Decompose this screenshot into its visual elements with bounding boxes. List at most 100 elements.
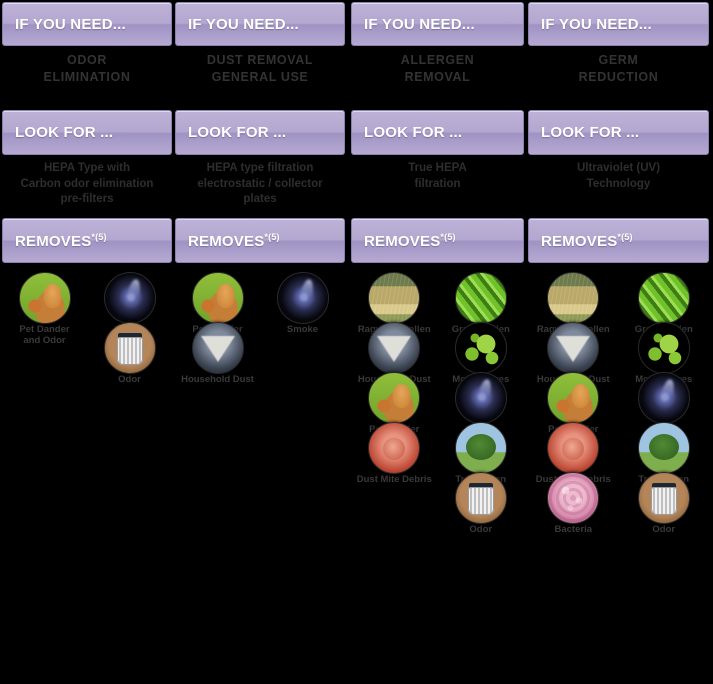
removes-item: Ragweed Pollen [351,272,438,335]
removes-item-label: Pet Dander and Odor [19,324,70,346]
removes-item-label: Bacteria [554,524,593,535]
removes-item-label: Dust Mite Debris [356,474,432,485]
removes-footnote-2: *(5) [264,231,280,242]
removes-label-3: REMOVES*(5) [364,231,456,250]
tree-pollen-icon [637,422,690,474]
pet-dander-icon [191,272,244,324]
removes-item: Bacteria [528,472,619,535]
need-caption-1: ODOR ELIMINATION [43,53,131,84]
removes-grid-4: Ragweed PollenGrass PollenHousehold Dust… [528,272,710,535]
smoke-icon [276,272,329,324]
removes-item-label: Odor [469,524,493,535]
look-for-label-3: LOOK FOR ... [364,124,463,141]
removes-item: Grass Pollen [438,272,525,335]
look-for-label-4: LOOK FOR ... [541,124,640,141]
dust-mite-icon [547,422,600,474]
removes-item: Household Dust [528,322,619,385]
look-for-label-1: LOOK FOR ... [15,124,114,141]
removes-item: Smoke [619,372,710,435]
removes-item: Dust Mite Debris [528,422,619,485]
household-dust-icon [191,322,244,374]
removes-grid-3: Ragweed PollenGrass PollenHousehold Dust… [351,272,525,535]
pet-dander-icon [18,272,71,324]
removes-item: Pet Dander and Odor [175,272,260,346]
removes-grid-2: Pet Dander and Odor Smoke Household Dust [175,272,345,385]
look-caption-1: HEPA Type with Carbon odor elimination p… [20,162,154,206]
removes-item: Household Dust [351,322,438,385]
removes-item-label: Household Dust [181,374,254,385]
removes-item: Pet Dander and Odor [351,372,438,446]
if-you-need-label-4: IF YOU NEED... [541,15,652,33]
comparison-column-2: IF YOU NEED... DUST REMOVAL GENERAL USE … [175,0,345,684]
grass-pollen-icon [454,272,507,324]
removes-header-3: REMOVES*(5) [351,218,524,263]
removes-item: Mold Spores [438,322,525,385]
air-purifier-comparison-chart: IF YOU NEED... ODOR ELIMINATION LOOK FOR… [0,0,713,684]
removes-item: Tree Pollen [619,422,710,485]
removes-item: Tree Pollen [438,422,525,485]
removes-footnote-1: *(5) [91,231,107,242]
look-for-header-4: LOOK FOR ... [528,110,709,155]
mold-spores-icon [454,322,507,374]
removes-item: Pet Dander and Odor [528,372,619,446]
look-for-header-1: LOOK FOR ... [2,110,172,155]
if-you-need-header-1: IF YOU NEED... [2,2,172,46]
removes-item-label: Odor [652,524,676,535]
need-caption-4: GERM REDUCTION [578,53,659,84]
removes-header-1: REMOVES*(5) [2,218,172,263]
odor-trashcan-icon [103,322,156,374]
dust-mite-icon [368,422,421,474]
look-caption-3: True HEPA filtration [408,162,467,190]
removes-item: Mold Spores [619,322,710,385]
removes-item: Odor [87,322,172,385]
removes-item: Dust Mite Debris [351,422,438,485]
if-you-need-header-3: IF YOU NEED... [351,2,524,46]
household-dust-icon [547,322,600,374]
removes-label-4: REMOVES*(5) [541,231,633,250]
removes-item-label: Odor [118,374,141,385]
removes-item: Smoke [260,272,345,335]
look-caption-4: Ultraviolet (UV) Technology [576,162,661,190]
tree-pollen-icon [454,422,507,474]
removes-item: Ragweed Pollen [528,272,619,335]
comparison-column-4: IF YOU NEED... GERM REDUCTION LOOK FOR .… [528,0,709,684]
mold-spores-icon [637,322,690,374]
ragweed-pollen-icon [547,272,600,324]
if-you-need-header-4: IF YOU NEED... [528,2,709,46]
smoke-icon [103,272,156,324]
if-you-need-header-2: IF YOU NEED... [175,2,345,46]
odor-trashcan-icon [454,472,507,524]
removes-label-2: REMOVES*(5) [188,231,280,250]
comparison-column-1: IF YOU NEED... ODOR ELIMINATION LOOK FOR… [2,0,172,684]
removes-item: Smoke [87,272,172,335]
removes-item: Pet Dander and Odor [2,272,87,346]
look-for-header-3: LOOK FOR ... [351,110,524,155]
odor-trashcan-icon [637,472,690,524]
pet-dander-icon [368,372,421,424]
removes-footnote-4: *(5) [617,231,633,242]
if-you-need-label-3: IF YOU NEED... [364,15,475,33]
look-caption-2: HEPA type filtration electrostatic / col… [197,162,323,206]
removes-label-1: REMOVES*(5) [15,231,107,250]
bacteria-icon [547,472,600,524]
removes-item-label: Smoke [286,324,319,335]
ragweed-pollen-icon [368,272,421,324]
need-caption-2: DUST REMOVAL GENERAL USE [206,53,314,84]
removes-footnote-3: *(5) [440,231,456,242]
removes-item: Odor [619,472,710,535]
need-caption-3: ALLERGEN REMOVAL [400,53,475,84]
smoke-icon [637,372,690,424]
removes-header-4: REMOVES*(5) [528,218,709,263]
comparison-column-3: IF YOU NEED... ALLERGEN REMOVAL LOOK FOR… [351,0,524,684]
removes-grid-1: Pet Dander and Odor Smoke Odor [2,272,172,385]
removes-header-2: REMOVES*(5) [175,218,345,263]
household-dust-icon [368,322,421,374]
look-for-label-2: LOOK FOR ... [188,124,287,141]
grass-pollen-icon [637,272,690,324]
if-you-need-label-2: IF YOU NEED... [188,15,299,33]
smoke-icon [454,372,507,424]
pet-dander-icon [547,372,600,424]
if-you-need-label-1: IF YOU NEED... [15,15,126,33]
look-for-header-2: LOOK FOR ... [175,110,345,155]
removes-item: Grass Pollen [619,272,710,335]
